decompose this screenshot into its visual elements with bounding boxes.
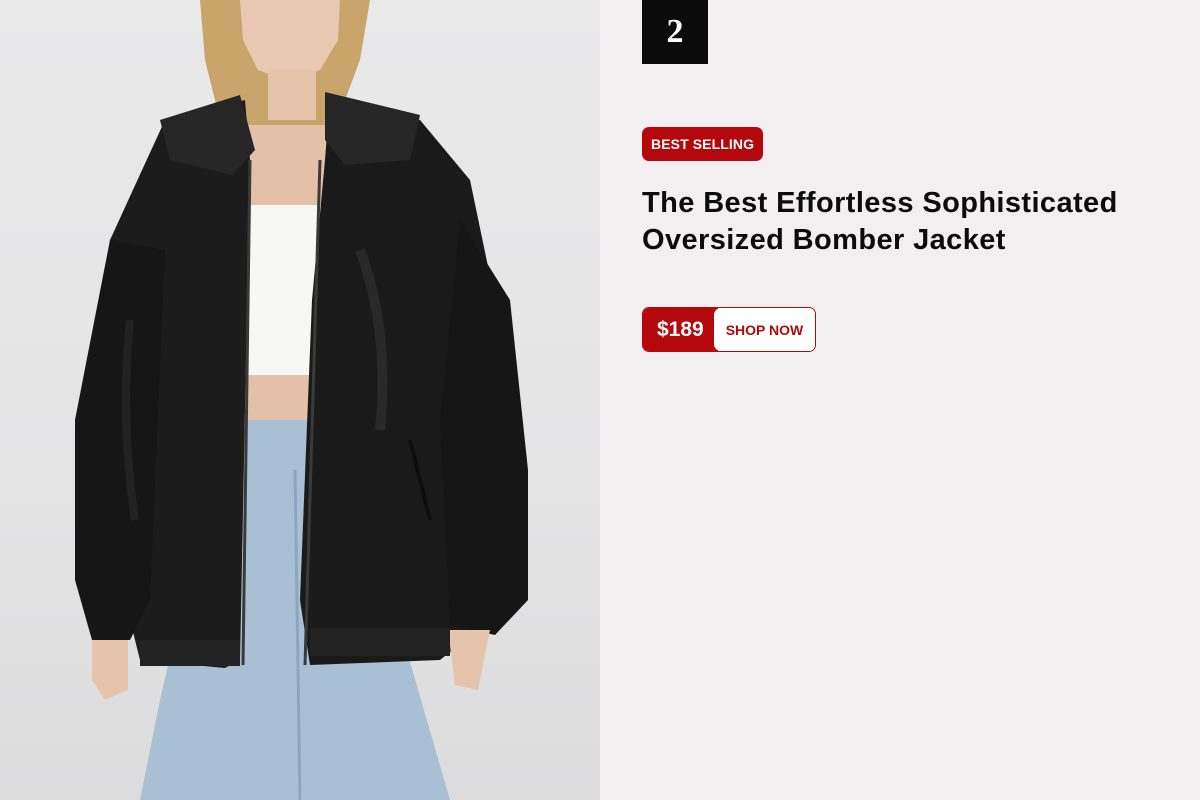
product-photo: [0, 0, 600, 800]
product-info-panel: 2 BEST SELLING The Best Effortless Sophi…: [600, 0, 1200, 800]
price-tag: $189: [643, 308, 718, 351]
neck: [268, 70, 316, 120]
product-illustration: [75, 0, 528, 800]
price-cta-group: $189 SHOP NOW: [642, 307, 817, 352]
jacket-hem-right: [310, 628, 450, 656]
hand-left: [92, 640, 128, 700]
hand-right: [448, 630, 490, 690]
best-selling-badge: BEST SELLING: [642, 127, 764, 161]
jacket-collar-right: [325, 92, 420, 165]
rank-number: 2: [642, 0, 708, 64]
shop-now-button[interactable]: SHOP NOW: [713, 308, 816, 351]
jacket-hem-left: [140, 640, 240, 666]
product-title: The Best Effortless Sophisticated Oversi…: [642, 187, 1118, 256]
